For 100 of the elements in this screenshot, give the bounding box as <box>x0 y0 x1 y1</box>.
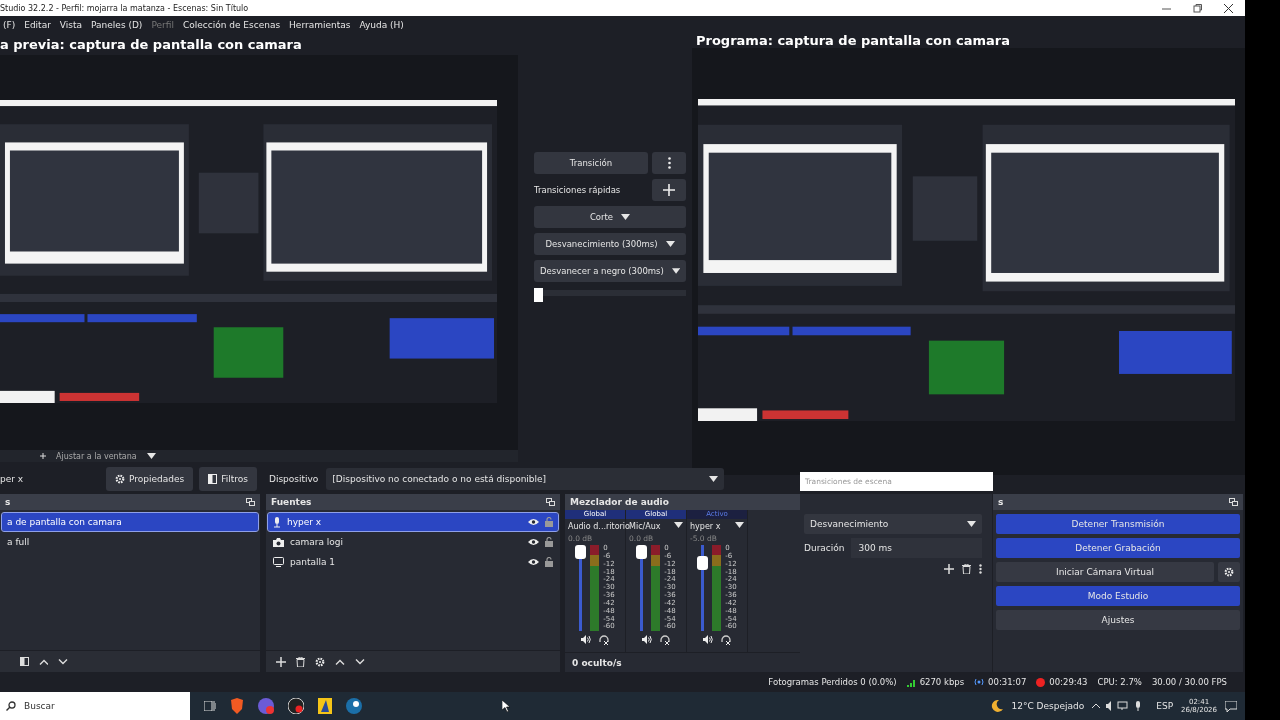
eye-icon[interactable] <box>528 558 539 566</box>
window-title: Studio 32.2.2 - Perfil: mojarra la matanza - Escenas: Sin Título <box>0 3 250 13</box>
panel-title: s <box>5 497 11 507</box>
slider-handle[interactable] <box>534 288 543 302</box>
source-item[interactable]: pantalla 1 <box>268 553 558 571</box>
panel-title: Mezclador de audio <box>570 497 669 507</box>
source-item[interactable]: hyper x <box>268 513 558 531</box>
lock-icon[interactable] <box>545 557 553 567</box>
volume-icon[interactable] <box>581 635 591 644</box>
transition-button[interactable]: Transición <box>534 152 648 174</box>
filter-icon[interactable] <box>20 657 29 666</box>
dropped-frames: Fotogramas Perdidos 0 (0.0%) <box>768 677 897 687</box>
scene-item[interactable]: a full <box>2 533 258 551</box>
chat-app-icon[interactable] <box>258 698 274 714</box>
volume-icon[interactable] <box>703 635 713 644</box>
control-button[interactable]: Ajustes <box>996 610 1240 630</box>
caret-icon <box>735 522 744 528</box>
quick-transitions-label: Transiciones rápidas <box>534 185 622 195</box>
caret-icon <box>146 453 156 459</box>
panel-title: Fuentes <box>271 497 312 507</box>
channel-name: Mic/Aux <box>629 522 661 531</box>
menu-item[interactable]: Colección de Escenas <box>182 19 281 30</box>
settings-icon[interactable] <box>315 656 325 667</box>
moon-icon <box>989 699 1004 713</box>
properties-button[interactable]: Propiedades <box>106 467 194 491</box>
undock-icon[interactable] <box>246 498 255 506</box>
plus-icon[interactable] <box>40 453 46 459</box>
record-app-icon[interactable] <box>288 698 304 714</box>
caret-icon <box>621 214 631 220</box>
device-select[interactable]: [Dispositivo no conectado o no está disponible] <box>326 468 725 490</box>
menu-item[interactable]: Vista <box>59 19 83 30</box>
slider-handle[interactable] <box>697 555 709 570</box>
trash-icon[interactable] <box>962 564 971 574</box>
menu-item[interactable]: Herramientas <box>289 19 351 30</box>
menu-item[interactable]: Editar <box>24 19 51 30</box>
headphones-mute-icon[interactable] <box>721 635 731 645</box>
caret-icon <box>665 241 675 247</box>
add-button[interactable] <box>652 179 686 201</box>
up-icon[interactable] <box>38 658 49 665</box>
up-icon[interactable] <box>335 658 345 665</box>
bitrate: 6270 kbps <box>919 677 965 687</box>
filter-icon <box>208 474 218 484</box>
control-button[interactable]: Iniciar Cámara Virtual <box>996 562 1214 582</box>
add-icon[interactable] <box>944 564 954 574</box>
steam-icon[interactable] <box>346 698 362 714</box>
search-field[interactable]: Buscar <box>0 692 190 720</box>
menu-item[interactable]: (F) <box>3 19 16 30</box>
caret-icon <box>674 522 683 528</box>
more-button[interactable] <box>652 152 686 174</box>
notification-icon[interactable] <box>1225 700 1237 712</box>
control-button[interactable]: Modo Estudio <box>996 586 1240 606</box>
undock-icon[interactable] <box>546 498 555 506</box>
source-item[interactable]: camara logi <box>268 533 558 551</box>
quick-transition-button[interactable]: Desvanecer a negro (300ms) <box>534 260 686 282</box>
search-icon <box>6 701 16 711</box>
more-icon[interactable] <box>979 564 982 574</box>
control-button[interactable]: Detener Grabación <box>996 538 1240 558</box>
scene-item[interactable]: a de pantalla con camara <box>2 513 258 531</box>
filters-button[interactable]: Filtros <box>199 467 257 491</box>
menu-item[interactable]: Ayuda (H) <box>359 19 404 30</box>
undock-icon[interactable] <box>1229 498 1238 506</box>
quick-transition-button[interactable]: Desvanecimiento (300ms) <box>534 233 686 255</box>
slider-handle[interactable] <box>636 545 648 559</box>
more-icon <box>667 157 671 169</box>
settings-button[interactable] <box>1218 562 1240 582</box>
headphones-mute-icon[interactable] <box>660 635 670 645</box>
preview-title: a previa: captura de pantalla con camara <box>0 35 303 54</box>
lock-icon[interactable] <box>545 517 553 527</box>
signal-icon <box>906 677 916 687</box>
mouse-cursor-icon <box>501 700 510 712</box>
settings-icon[interactable] <box>1224 567 1234 577</box>
transition-select[interactable]: Desvanecimiento <box>804 514 982 534</box>
headphones-mute-icon[interactable] <box>599 635 609 645</box>
trash-icon[interactable] <box>296 656 305 667</box>
down-icon[interactable] <box>58 658 68 665</box>
eye-icon[interactable] <box>528 538 539 546</box>
control-button[interactable]: Detener Transmisión <box>996 514 1240 534</box>
game-app-icon[interactable] <box>318 698 332 714</box>
zoom-select[interactable]: Ajustar a la ventana <box>56 451 137 461</box>
device-label: Dispositivo <box>268 474 319 484</box>
volume-icon[interactable] <box>642 635 652 644</box>
add-icon[interactable] <box>276 656 286 667</box>
menu-item[interactable]: Paneles (D) <box>91 19 143 30</box>
eye-icon[interactable] <box>528 518 539 526</box>
close-icon[interactable] <box>1224 3 1233 13</box>
microphone-icon <box>273 516 281 528</box>
maximize-icon[interactable] <box>1193 3 1202 13</box>
panel-title: s <box>998 497 1004 507</box>
task-view-icon[interactable] <box>204 701 216 711</box>
plus-icon <box>663 184 675 196</box>
slider-handle[interactable] <box>575 545 587 559</box>
monitor-icon <box>273 557 284 567</box>
fps: 30.00 / 30.00 FPS <box>1151 677 1227 687</box>
stream-time: 00:31:07 <box>988 677 1027 687</box>
down-icon[interactable] <box>355 658 365 665</box>
duration-label: Duración <box>804 543 845 553</box>
record-time: 00:29:43 <box>1049 677 1088 687</box>
quick-transition-button[interactable]: Corte <box>534 206 686 228</box>
duration-field[interactable]: 300 ms <box>850 538 982 558</box>
lock-icon[interactable] <box>545 537 553 547</box>
